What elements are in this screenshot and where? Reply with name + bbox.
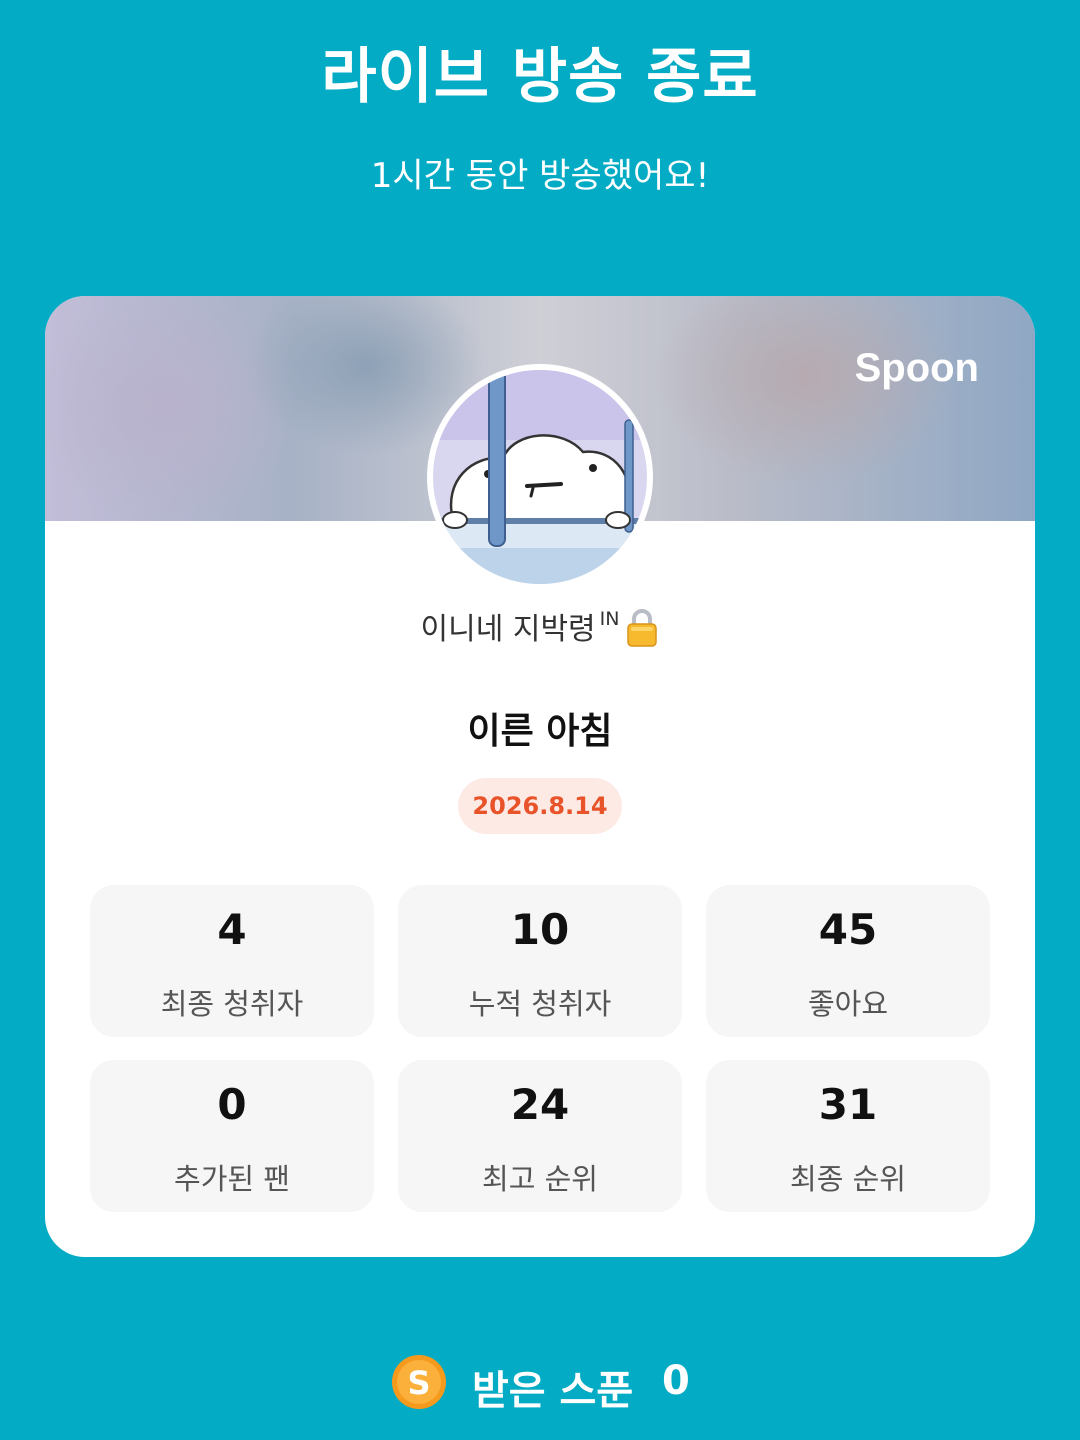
coin-letter: S: [407, 1364, 430, 1402]
stat-value: 10: [510, 905, 570, 954]
username[interactable]: 이니네 지박령 IN: [45, 604, 1035, 655]
stat-final-listeners: 4 최종 청취자: [90, 885, 374, 1037]
spoon-logo: Spoon: [854, 346, 979, 390]
username-badge: IN: [599, 608, 620, 630]
avatar-image: [433, 370, 647, 584]
stat-label: 추가된 팬: [174, 1162, 290, 1196]
stat-label: 누적 청취자: [468, 987, 612, 1021]
stat-value: 45: [818, 905, 878, 954]
spoon-coin-icon: S: [392, 1355, 446, 1409]
avatar[interactable]: [427, 364, 653, 590]
stat-best-rank: 24 최고 순위: [398, 1060, 682, 1212]
lock-icon: [625, 607, 659, 655]
received-spoons-label: 받은 스푼: [472, 1368, 634, 1414]
stat-label: 최종 청취자: [160, 987, 304, 1021]
broadcast-duration-text: 1시간 동안 방송했어요!: [370, 156, 710, 196]
received-spoons-count: 0: [662, 1358, 690, 1404]
stat-value: 4: [217, 905, 247, 954]
broadcast-end-screen: 라이브 방송 종료 1시간 동안 방송했어요! Spoon 이니네 지박령 IN…: [0, 0, 1080, 1440]
stat-label: 최고 순위: [482, 1162, 598, 1196]
received-spoons: S 받은 스푼 0: [0, 1352, 1080, 1414]
stat-label: 좋아요: [807, 987, 889, 1021]
stat-value: 0: [217, 1080, 247, 1129]
broadcast-summary-card: Spoon 이니네 지박령 IN 이른 아침 2026.8.14 4 최종 청취…: [45, 296, 1035, 1257]
stat-likes: 45 좋아요: [706, 885, 990, 1037]
stat-label: 최종 순위: [790, 1162, 906, 1196]
username-text: 이니네 지박령: [420, 612, 596, 647]
page-title: 라이브 방송 종료: [321, 42, 759, 112]
room-title: 이른 아침: [467, 711, 613, 752]
stat-new-fans: 0 추가된 팬: [90, 1060, 374, 1212]
stat-final-rank: 31 최종 순위: [706, 1060, 990, 1212]
date-badge: 2026.8.14: [458, 778, 622, 834]
stat-value: 31: [818, 1080, 878, 1129]
stat-value: 24: [510, 1080, 570, 1129]
stat-total-listeners: 10 누적 청취자: [398, 885, 682, 1037]
